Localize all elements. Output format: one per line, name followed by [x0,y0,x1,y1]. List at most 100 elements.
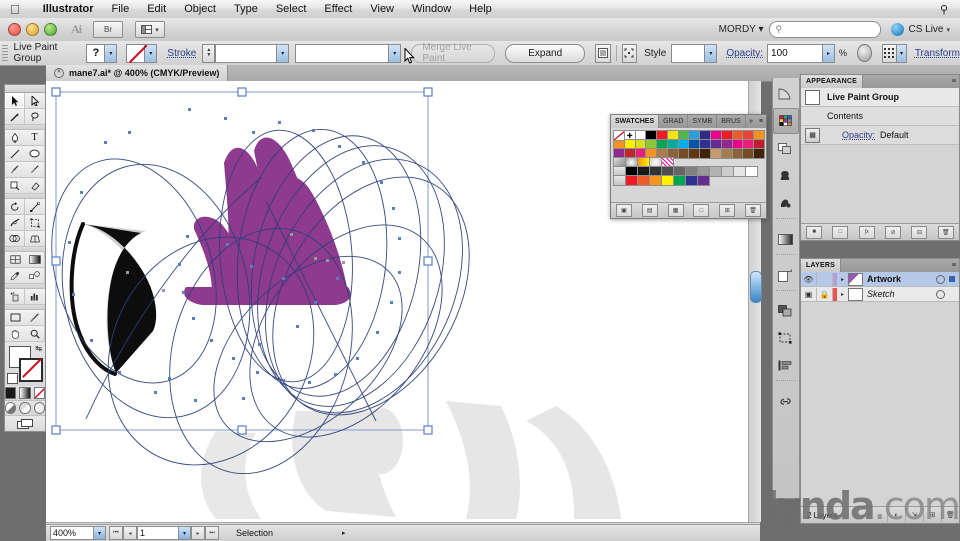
brushes-panel-icon[interactable] [773,164,797,188]
menu-item-view[interactable]: View [361,0,403,18]
spotlight-search-icon[interactable]: ⚲ [940,3,948,16]
new-color-group-icon[interactable]: □ [693,204,709,217]
align-panel-icon[interactable] [595,44,610,63]
gradient-tool[interactable] [25,252,45,268]
panel-menu-icon[interactable]: ≡ [756,115,766,128]
transparency-panel-icon[interactable] [773,137,797,161]
template-icon[interactable]: ▣ [801,288,817,301]
mesh-tool[interactable] [5,252,25,268]
fill-dropdown-arrow[interactable]: ▾ [105,44,117,63]
new-swatch-icon[interactable]: ⊞ [719,204,735,217]
shape-builder-tool[interactable] [5,231,25,247]
appearance-target-row[interactable]: Live Paint Group [801,88,959,107]
arrange-documents-button[interactable]: ▾ [135,21,165,38]
stroke-options-link[interactable]: Stroke [167,48,196,59]
layer-name-artwork[interactable]: Artwork [867,274,936,284]
tab-appearance[interactable]: APPEARANCE [801,75,863,88]
zoom-level-field[interactable]: 400% [50,526,94,540]
lock-icon[interactable]: 🔒 [817,288,833,301]
duplicate-item-icon[interactable]: ⊟ [911,226,927,239]
stroke-weight-dropdown[interactable]: ▾ [277,44,289,63]
swatch-none[interactable] [613,130,625,141]
swatch-cell[interactable] [745,166,758,177]
expand-button[interactable]: Expand [505,44,585,63]
pathfinder-panel-icon[interactable] [773,299,797,323]
target-indicator[interactable] [936,275,945,284]
opacity-label[interactable]: Opacity: [726,48,763,59]
help-search-field[interactable]: ⚲ [769,21,881,38]
prev-page-button[interactable]: ◂ [123,526,137,540]
swatch-options-icon[interactable]: ▦ [668,204,684,217]
transform-dropdown[interactable]: ▾ [897,44,907,63]
control-bar-grip[interactable] [2,45,8,61]
draw-normal-icon[interactable] [5,402,16,414]
draw-inside-icon[interactable] [34,402,45,414]
transform-panel-icon[interactable] [773,326,797,350]
column-graph-tool[interactable] [25,289,45,305]
page-number-field[interactable]: 1 [137,526,179,540]
merge-live-paint-button[interactable]: Merge Live Paint [411,44,495,63]
stroke-weight-field[interactable] [215,44,277,63]
tab-swatches[interactable]: SWATCHES [611,115,659,128]
panel-menu-icon[interactable]: ≡ [949,259,959,272]
paintbrush-tool[interactable] [5,162,25,178]
stroke-profile-dropdown[interactable]: ▾ [389,44,401,63]
vertical-scroll-thumb[interactable] [750,271,762,303]
document-tab[interactable]: ✕ mane7.ai* @ 400% (CMYK/Preview) [46,65,228,81]
type-tool[interactable]: T [25,130,45,146]
opacity-control[interactable]: 100 ▸ [767,44,835,63]
page-number-dropdown[interactable]: ▾ [179,526,191,540]
align-panel-icon[interactable] [773,353,797,377]
menu-item-illustrator[interactable]: Illustrator [34,0,103,18]
status-menu-arrow[interactable]: ▸ [342,529,346,537]
symbols-panel-icon[interactable] [773,191,797,215]
chevron-right-icon[interactable]: ▸ [837,276,848,283]
opacity-dropdown[interactable]: ▸ [823,44,835,63]
menu-item-effect[interactable]: Effect [315,0,361,18]
workspace-switcher[interactable]: MORDY ▾ [719,24,764,35]
direct-selection-tool[interactable] [25,93,45,109]
delete-layer-icon[interactable]: 🗑 [941,508,959,522]
stroke-weight-stepper[interactable]: ▲▼ [202,44,215,63]
color-panel-icon[interactable] [773,81,797,105]
blob-brush-tool[interactable] [5,178,25,194]
add-new-stroke-icon[interactable]: ■ [806,226,822,239]
links-panel-icon[interactable] [773,389,797,413]
swatch-libraries-icon[interactable]: ▣ [616,204,632,217]
stroke-swatch-none[interactable] [126,44,145,63]
chevron-right-icon[interactable]: ▸ [837,291,848,298]
target-indicator[interactable] [936,290,945,299]
line-segment-tool[interactable] [5,146,25,162]
close-window-button[interactable] [8,23,21,36]
magic-wand-tool[interactable] [5,109,25,125]
appearance-opacity-label[interactable]: Opacity: [842,130,875,140]
swatch-cell[interactable] [697,175,710,186]
first-page-button[interactable]: ⏮ [109,526,123,540]
eyedropper-tool[interactable] [5,268,25,284]
create-sublayer-icon[interactable]: ⇲ [905,508,923,522]
symbol-sprayer-tool[interactable] [5,289,25,305]
launch-bridge-button[interactable]: Br [93,21,123,38]
last-page-button[interactable]: ⏭ [205,526,219,540]
next-page-button[interactable]: ▸ [191,526,205,540]
perspective-grid-tool[interactable] [25,231,45,247]
gradient-panel-icon[interactable] [773,227,797,251]
stroke-dropdown-arrow[interactable]: ▾ [145,44,157,63]
graphic-style-field[interactable] [671,44,705,63]
menu-item-window[interactable]: Window [403,0,460,18]
swap-fill-stroke-icon[interactable]: ↹ [35,344,42,353]
apple-icon[interactable]:  [10,3,20,16]
menu-item-file[interactable]: File [102,0,138,18]
add-new-effect-icon[interactable]: fx [859,226,875,239]
stroke-profile-field[interactable] [295,44,389,63]
eraser-tool[interactable] [25,178,45,194]
rotate-tool[interactable] [5,199,25,215]
blend-tool[interactable] [25,268,45,284]
eye-icon[interactable]: 👁 [801,273,817,286]
stroke-profile-control[interactable]: ▾ [295,44,401,63]
stroke-weight-control[interactable]: ▲▼ ▾ [202,44,289,63]
swatch-cell[interactable] [753,148,765,159]
tab-layers[interactable]: LAYERS [801,259,841,272]
tab-symbols[interactable]: SYMB [688,115,717,128]
width-tool[interactable] [5,215,25,231]
